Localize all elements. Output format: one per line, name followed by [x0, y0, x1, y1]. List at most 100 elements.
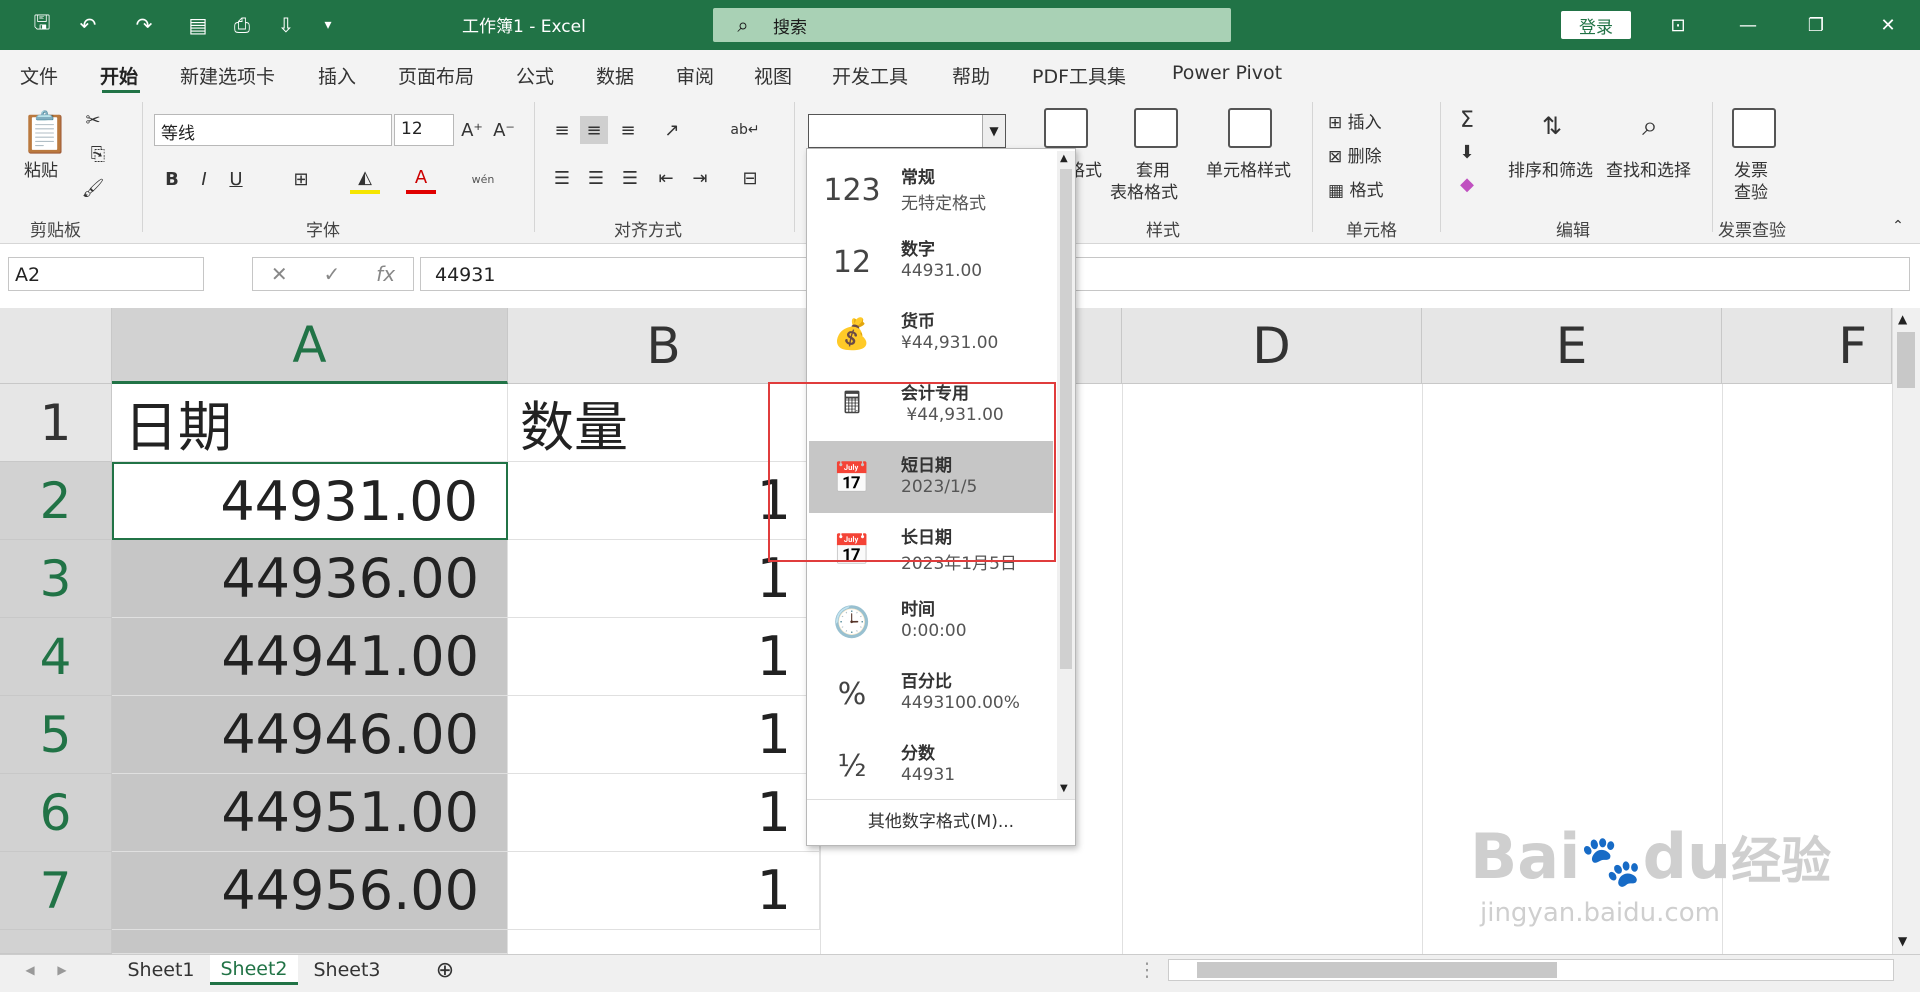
tab-data[interactable]: 数据 [596, 62, 634, 89]
fill-icon[interactable]: ⬇ [1452, 138, 1482, 166]
table-cell[interactable]: 1 [508, 618, 820, 696]
fill-color-icon[interactable]: ◭ [350, 164, 380, 194]
hscroll-thumb[interactable] [1197, 962, 1557, 978]
dropdown-scroll-thumb[interactable] [1060, 169, 1072, 669]
cell-style-icon[interactable] [1228, 108, 1272, 148]
close-icon[interactable]: ✕ [1860, 0, 1916, 50]
tab-power-pivot[interactable]: Power Pivot [1172, 62, 1282, 84]
insert-function-button[interactable]: fx [376, 262, 395, 286]
row-header[interactable]: 5 [0, 696, 112, 774]
table-cell[interactable] [112, 930, 508, 954]
add-sheet-icon[interactable]: ⊕ [430, 955, 460, 985]
formula-input[interactable]: 44931 [420, 257, 1910, 291]
table-cell[interactable]: 44936.00 [112, 540, 508, 618]
ribbon-display-icon[interactable]: ⊡ [1650, 0, 1706, 50]
format-cells-button[interactable]: ▦ 格式 [1328, 176, 1383, 201]
sheet-tab-1[interactable]: Sheet1 [116, 955, 206, 985]
clear-icon[interactable]: ◆ [1452, 170, 1482, 198]
tab-formulas[interactable]: 公式 [516, 62, 554, 89]
format-option-number[interactable]: 12 数字 44931.00 [809, 225, 1053, 297]
delete-cells-button[interactable]: ⊠ 删除 [1328, 142, 1382, 167]
italic-button[interactable]: I [192, 164, 216, 194]
table-cell[interactable]: 44951.00 [112, 774, 508, 852]
align-right-icon[interactable]: ☰ [616, 164, 644, 192]
find-select-icon[interactable]: ⌕ [1628, 104, 1672, 148]
underline-button[interactable]: U [224, 164, 248, 194]
table-format-label2[interactable]: 表格格式 [1110, 178, 1178, 203]
font-color-icon[interactable]: A [406, 164, 436, 194]
increase-font-icon[interactable]: A⁺ [458, 114, 486, 146]
form-icon[interactable]: ▤ [180, 0, 216, 50]
save-icon[interactable]: 🖫 [24, 0, 60, 50]
phonetic-button[interactable]: wén [468, 164, 498, 194]
format-option-time[interactable]: 🕒 时间 0:00:00 [809, 585, 1053, 657]
column-header-b[interactable]: B [508, 308, 820, 384]
row-header[interactable]: 7 [0, 852, 112, 930]
wrap-text-icon[interactable]: ab↵ [730, 116, 760, 144]
increase-indent-icon[interactable]: ⇥ [686, 164, 714, 192]
dropdown-scrollbar[interactable]: ▲ ▼ [1057, 151, 1075, 799]
row-header[interactable]: 3 [0, 540, 112, 618]
minimize-icon[interactable]: — [1720, 0, 1776, 50]
undo-icon[interactable]: ↶ [70, 0, 106, 50]
table-cell-active[interactable]: 44931.00 [112, 462, 508, 540]
sheet-tab-3[interactable]: Sheet3 [302, 955, 392, 985]
tab-file[interactable]: 文件 [20, 62, 58, 89]
chevron-down-icon[interactable]: ▼ [982, 115, 1005, 147]
column-header-e[interactable]: E [1422, 308, 1722, 384]
tab-page-layout[interactable]: 页面布局 [398, 62, 474, 89]
tab-view[interactable]: 视图 [754, 62, 792, 89]
row-header[interactable]: 4 [0, 618, 112, 696]
restore-icon[interactable]: ❐ [1788, 0, 1844, 50]
tab-review[interactable]: 审阅 [676, 62, 714, 89]
name-box[interactable]: A2 [8, 257, 204, 291]
vertical-scrollbar[interactable]: ▲ ▼ [1892, 308, 1920, 954]
table-cell[interactable]: 1 [508, 696, 820, 774]
tab-home[interactable]: 开始 [100, 62, 138, 89]
select-all-button[interactable] [0, 308, 112, 384]
orientation-icon[interactable]: ↗ [652, 116, 692, 144]
invoice-label2[interactable]: 查验 [1734, 178, 1768, 203]
format-option-fraction[interactable]: ½ 分数 44931 [809, 729, 1053, 801]
number-format-select[interactable] [808, 114, 1006, 148]
autosum-icon[interactable]: Σ [1452, 106, 1482, 134]
login-button[interactable]: 登录 [1561, 11, 1631, 39]
column-header-f[interactable]: F [1722, 308, 1892, 384]
decrease-indent-icon[interactable]: ⇤ [652, 164, 680, 192]
next-sheet-icon[interactable]: ▶ [52, 955, 72, 985]
column-header-d[interactable]: D [1122, 308, 1422, 384]
redo-icon[interactable]: ↷ [126, 0, 162, 50]
align-top-icon[interactable]: ≡ [548, 116, 576, 144]
more-number-formats-link[interactable]: 其他数字格式(M)... [807, 807, 1075, 832]
enter-icon[interactable]: ✓ [324, 262, 341, 286]
row-header[interactable]: 6 [0, 774, 112, 852]
tab-pdf[interactable]: PDF工具集 [1032, 62, 1126, 89]
row-header[interactable] [0, 930, 112, 954]
table-cell[interactable]: 1 [508, 852, 820, 930]
table-cell[interactable]: 1 [508, 774, 820, 852]
export-icon[interactable]: ⇩ [268, 0, 304, 50]
copy-icon[interactable]: ⎘ [78, 140, 118, 168]
table-format-icon[interactable] [1134, 108, 1178, 148]
font-size-select[interactable]: 12 [394, 114, 454, 146]
search-input[interactable]: ⌕ 搜索 [713, 8, 1231, 42]
merge-center-icon[interactable]: ⊟ [730, 164, 770, 192]
sort-filter-icon[interactable]: ⇅ [1530, 104, 1574, 148]
tab-insert[interactable]: 插入 [318, 62, 356, 89]
paste-icon[interactable]: 📋 [20, 104, 70, 160]
cut-icon[interactable]: ✂ [78, 106, 108, 134]
paste-label[interactable]: 粘贴 [24, 156, 58, 181]
sort-filter-label[interactable]: 排序和筛选 [1508, 156, 1593, 181]
font-name-select[interactable]: 等线 [154, 114, 392, 146]
align-middle-icon[interactable]: ≡ [580, 116, 608, 144]
format-option-currency[interactable]: 💰 货币 ¥44,931.00 [809, 297, 1053, 369]
scroll-down-icon[interactable]: ▼ [1060, 783, 1068, 794]
align-left-icon[interactable]: ☰ [548, 164, 576, 192]
table-cell[interactable]: 44946.00 [112, 696, 508, 774]
find-select-label[interactable]: 查找和选择 [1606, 156, 1691, 181]
collapse-ribbon-icon[interactable]: ⌃ [1888, 216, 1908, 236]
invoice-check-icon[interactable] [1732, 108, 1776, 148]
tab-help[interactable]: 帮助 [952, 62, 990, 89]
format-option-percent[interactable]: % 百分比 4493100.00% [809, 657, 1053, 729]
horizontal-scrollbar[interactable] [1168, 959, 1894, 981]
